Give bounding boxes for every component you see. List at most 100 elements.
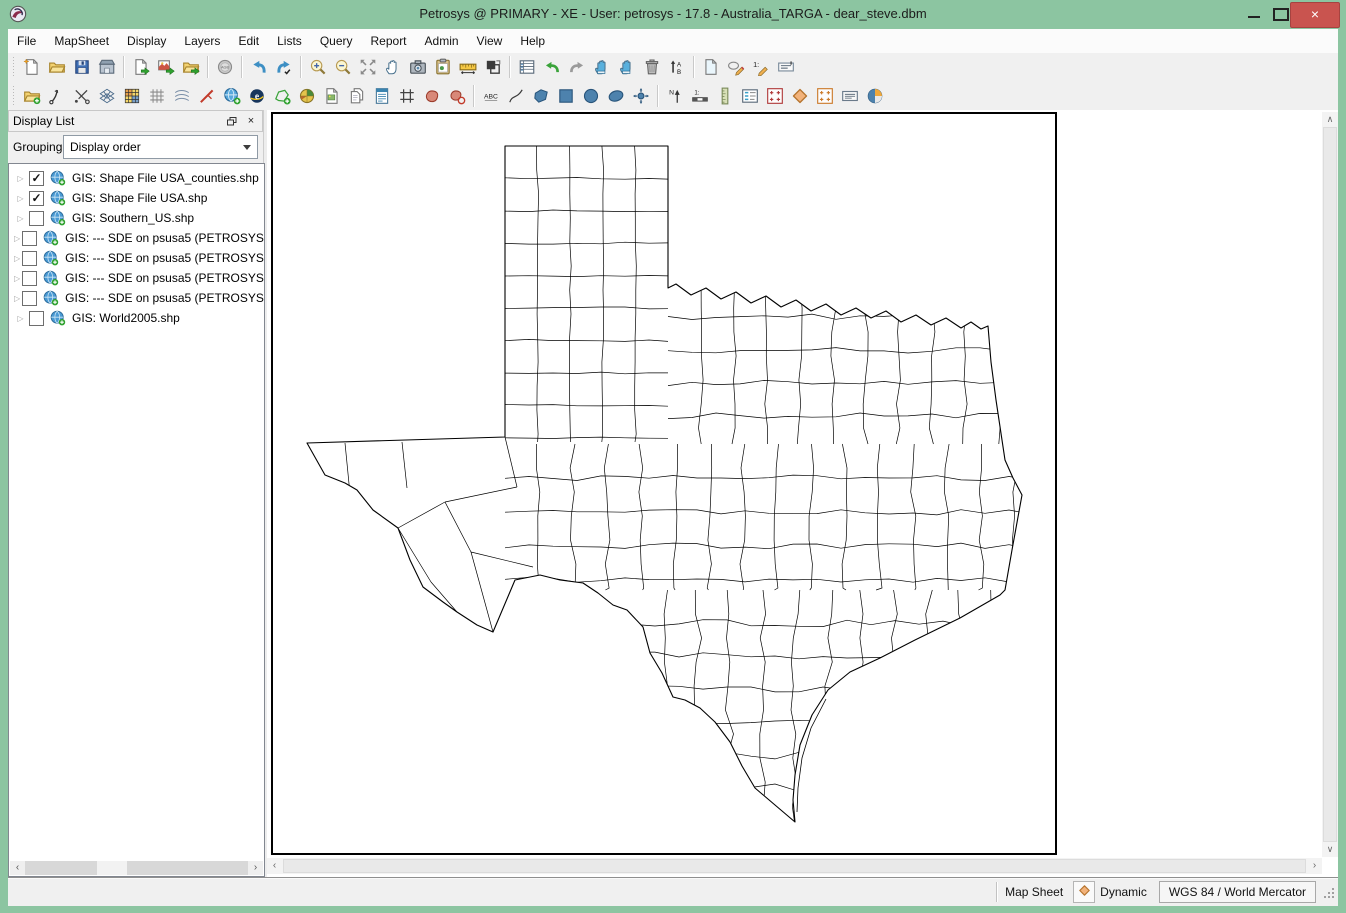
expander-icon[interactable]: ▷: [14, 254, 20, 263]
map-frame2-button[interactable]: [812, 83, 837, 108]
well-path-button[interactable]: [44, 83, 69, 108]
expander-icon[interactable]: ▷: [14, 314, 27, 323]
export-image-button[interactable]: [153, 55, 178, 80]
scroll-left-icon[interactable]: ‹: [10, 861, 25, 875]
zoom-extents-button[interactable]: [355, 55, 380, 80]
draw-ellipse-button[interactable]: [603, 83, 628, 108]
contours-button[interactable]: [169, 83, 194, 108]
layer-list[interactable]: ▷✓GIS: Shape File USA_counties.shp▷✓GIS:…: [8, 163, 265, 877]
layer-checkbox[interactable]: ✓: [29, 191, 44, 206]
image-doc-button[interactable]: [319, 83, 344, 108]
menu-item-view[interactable]: View: [468, 30, 512, 52]
scrollbar-thumb[interactable]: [97, 861, 127, 875]
menu-item-display[interactable]: Display: [118, 30, 175, 52]
undo-button[interactable]: [246, 55, 271, 80]
pie-chart-button[interactable]: [862, 83, 887, 108]
draw-point-button[interactable]: [628, 83, 653, 108]
menu-item-file[interactable]: File: [8, 30, 45, 52]
menu-item-layers[interactable]: Layers: [175, 30, 229, 52]
scroll-up-icon[interactable]: ∧: [1322, 112, 1338, 127]
edit-shape-button[interactable]: [723, 55, 748, 80]
zoom-in-button[interactable]: [305, 55, 330, 80]
panel-float-icon[interactable]: [224, 114, 240, 129]
pan-button[interactable]: [380, 55, 405, 80]
draw-polygon-button[interactable]: [528, 83, 553, 108]
sort-ab-button[interactable]: AB: [664, 55, 689, 80]
copy-map-button[interactable]: [480, 55, 505, 80]
maximize-button[interactable]: [1273, 8, 1289, 21]
text-abc-button[interactable]: ABC: [478, 83, 503, 108]
scroll-right-icon[interactable]: ›: [248, 861, 263, 875]
vertical-scale-button[interactable]: [712, 83, 737, 108]
layer-row-1[interactable]: ▷✓GIS: Shape File USA_counties.shp: [9, 168, 264, 188]
layer-checkbox[interactable]: [22, 271, 37, 286]
north-arrow-button[interactable]: N: [662, 83, 687, 108]
scrollbar-thumb[interactable]: [283, 859, 1306, 873]
resize-grip[interactable]: [1323, 887, 1336, 903]
expander-icon[interactable]: ▷: [14, 234, 20, 243]
add-globe-button[interactable]: [219, 83, 244, 108]
layer-checkbox[interactable]: [22, 231, 37, 246]
menu-item-query[interactable]: Query: [311, 30, 362, 52]
open-button[interactable]: [44, 55, 69, 80]
delete-button[interactable]: [639, 55, 664, 80]
select-button[interactable]: [589, 55, 614, 80]
title-block-button[interactable]: [837, 83, 862, 108]
fault-button[interactable]: [194, 83, 219, 108]
layer-checkbox[interactable]: [22, 251, 37, 266]
culture-button[interactable]: [419, 83, 444, 108]
snapshot-button[interactable]: [405, 55, 430, 80]
redo-display-button[interactable]: [564, 55, 589, 80]
web-map-button[interactable]: e: [244, 83, 269, 108]
grouping-select[interactable]: Display order: [63, 135, 258, 159]
layer-checkbox[interactable]: [29, 211, 44, 226]
projection-selector[interactable]: WGS 84 / World Mercator: [1159, 881, 1316, 903]
layer-row-7[interactable]: ▷GIS: --- SDE on psusa5 (PETROSYS.GO: [9, 288, 264, 308]
paste-view-button[interactable]: [430, 55, 455, 80]
add-gis-file-button[interactable]: [19, 83, 44, 108]
redo-button[interactable]: [271, 55, 296, 80]
scale-bar-button[interactable]: 1:: [687, 83, 712, 108]
measure-button[interactable]: [455, 55, 480, 80]
draw-rect-button[interactable]: [553, 83, 578, 108]
form-doc-button[interactable]: [369, 83, 394, 108]
layer-row-2[interactable]: ▷✓GIS: Shape File USA.shp: [9, 188, 264, 208]
export-doc-button[interactable]: [128, 55, 153, 80]
legend-button[interactable]: [737, 83, 762, 108]
map-sheet-button[interactable]: [787, 83, 812, 108]
copy-doc-button[interactable]: [344, 83, 369, 108]
menu-item-admin[interactable]: Admin: [416, 30, 468, 52]
display-list-button[interactable]: [514, 55, 539, 80]
globe-pie-button[interactable]: [294, 83, 319, 108]
map-canvas[interactable]: [271, 112, 1057, 860]
digitise-button[interactable]: [69, 83, 94, 108]
layer-checkbox[interactable]: ✓: [29, 171, 44, 186]
grid-display-button[interactable]: [119, 83, 144, 108]
scrollbar-track[interactable]: [282, 858, 1307, 874]
menu-item-report[interactable]: Report: [362, 30, 416, 52]
save-button[interactable]: [69, 55, 94, 80]
layer-row-6[interactable]: ▷GIS: --- SDE on psusa5 (PETROSYS.GO: [9, 268, 264, 288]
scroll-right-icon[interactable]: ›: [1307, 858, 1322, 874]
layer-checkbox[interactable]: [29, 311, 44, 326]
scrollbar-track[interactable]: [25, 861, 248, 875]
grid-lines-button[interactable]: [144, 83, 169, 108]
map-horizontal-scrollbar[interactable]: ‹ ›: [267, 858, 1322, 874]
zoom-out-button[interactable]: [330, 55, 355, 80]
expander-icon[interactable]: ▷: [14, 174, 27, 183]
culture-select-button[interactable]: [444, 83, 469, 108]
edit-scale-button[interactable]: 1:: [748, 55, 773, 80]
toolbar-grip[interactable]: [11, 57, 15, 77]
edit-attributes-button[interactable]: [773, 55, 798, 80]
menu-item-lists[interactable]: Lists: [268, 30, 311, 52]
layer-row-8[interactable]: ▷GIS: World2005.shp: [9, 308, 264, 328]
export-folder-button[interactable]: [178, 55, 203, 80]
layer-checkbox[interactable]: [22, 291, 37, 306]
scroll-left-icon[interactable]: ‹: [267, 858, 282, 874]
scrollbar-thumb[interactable]: [1323, 127, 1337, 842]
expander-icon[interactable]: ▷: [14, 194, 27, 203]
scroll-down-icon[interactable]: ∨: [1322, 842, 1338, 857]
new-page-button[interactable]: [698, 55, 723, 80]
abort-button[interactable]: AGB: [212, 55, 237, 80]
dynamic-indicator[interactable]: [1073, 881, 1095, 903]
